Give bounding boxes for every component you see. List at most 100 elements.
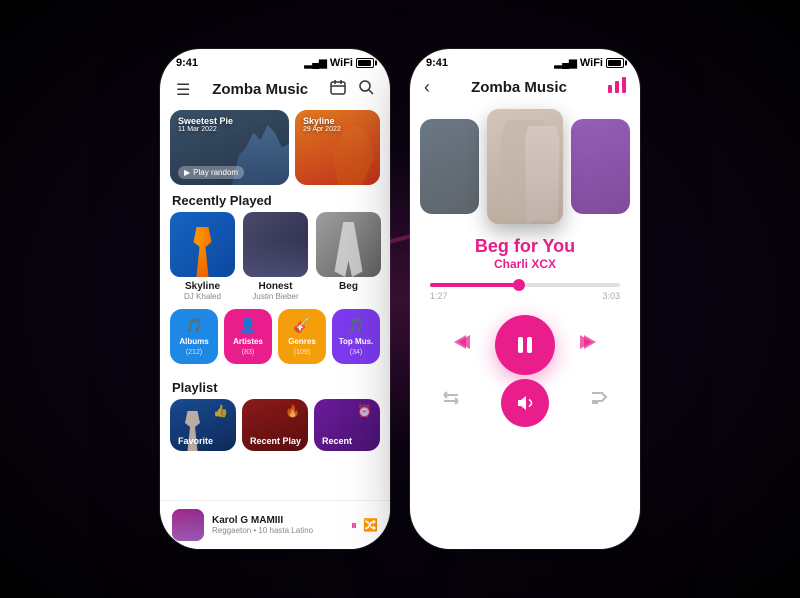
albums-count: (212) [186, 349, 202, 356]
playlist-header: Playlist [160, 372, 390, 399]
genres-count: (109) [294, 349, 310, 356]
pl-recent2-label: Recent [322, 436, 352, 446]
left-phone: 9:41 ▂▄▆ WiFi ☰ Zomba Music [160, 49, 390, 549]
volume-button[interactable] [501, 379, 549, 427]
phones-container: 9:41 ▂▄▆ WiFi ☰ Zomba Music [160, 49, 640, 549]
playlist-recent2[interactable]: Recent ⏰ [314, 399, 380, 451]
signal-icon: ▂▄▆ [304, 58, 326, 69]
right-phone: 9:41 ▂▄▆ WiFi ‹ Zomba Music [410, 49, 640, 549]
menu-button[interactable]: ☰ [174, 78, 192, 102]
app-header-left: ☰ Zomba Music [160, 73, 390, 110]
top-icon: 🎵 [347, 317, 364, 334]
status-time-right: 9:41 [426, 57, 448, 69]
extra-controls [410, 383, 640, 426]
pause-button[interactable] [495, 315, 555, 375]
player-controls [410, 307, 640, 383]
genres-label: Genres [288, 337, 316, 346]
song-artist: Charli XCX [410, 257, 640, 271]
status-icons-right: ▂▄▆ WiFi [554, 57, 624, 69]
track-artist-skyline: DJ Khaled [170, 292, 235, 301]
np-artist: Reggaeton • 10 hasta Latino [212, 526, 343, 535]
banner-title-right: Skyline 29 Apr 2022 [303, 116, 341, 133]
np-thumbnail [172, 509, 204, 541]
status-bar-left: 9:41 ▂▄▆ WiFi [160, 49, 390, 73]
app-title-left: Zomba Music [212, 81, 308, 98]
song-info: Beg for You Charli XCX [410, 226, 640, 277]
track-artist-honest: Justin Bieber [243, 292, 308, 301]
banner-title-left: Sweetest Pie 11 Mar 2022 [178, 116, 233, 133]
playlist-favorite[interactable]: Favorite 👍 [170, 399, 236, 451]
track-honest[interactable]: Honest Justin Bieber [243, 212, 308, 301]
prev-button[interactable] [451, 330, 475, 360]
category-albums-button[interactable]: 🎵 Albums (212) [170, 309, 218, 364]
albums-label: Albums [179, 337, 208, 346]
pl-recent2-icon: ⏰ [357, 404, 372, 418]
pl-favorite-icon: 👍 [213, 404, 228, 418]
song-title: Beg for You [410, 236, 640, 257]
np-pause-button[interactable]: ⏸ [351, 518, 357, 533]
top-count: (34) [350, 349, 362, 356]
wifi-icon: WiFi [330, 57, 353, 69]
progress-thumb [513, 279, 525, 291]
album-art-left[interactable] [420, 119, 479, 214]
progress-bar[interactable] [430, 283, 620, 287]
album-art-center[interactable] [487, 109, 564, 224]
chart-icon [608, 77, 626, 98]
progress-area: 1:27 3:03 [410, 277, 640, 307]
np-title: Karol G MAMIII [212, 515, 343, 526]
artists-count: (83) [242, 349, 254, 356]
header-icons-left [328, 77, 376, 102]
right-header: ‹ Zomba Music [410, 73, 640, 106]
recently-played-header: Recently Played [160, 185, 390, 212]
signal-icon-right: ▂▄▆ [554, 58, 576, 69]
artists-icon: 👤 [239, 317, 256, 334]
category-top-button[interactable]: 🎵 Top Mus. (34) [332, 309, 380, 364]
now-playing-bar: Karol G MAMIII Reggaeton • 10 hasta Lati… [160, 500, 390, 549]
genres-icon: 🎸 [293, 317, 310, 334]
recently-played-list: Skyline DJ Khaled Honest Justin Bieber B… [160, 212, 390, 301]
categories-grid: 🎵 Albums (212) 👤 Artistes (83) 🎸 Genres … [160, 301, 390, 372]
play-random-button[interactable]: ▶ Play random [178, 166, 244, 179]
track-beg[interactable]: Beg [316, 212, 381, 301]
banner-area: Sweetest Pie 11 Mar 2022 ▶ Play random S… [170, 110, 380, 185]
np-controls: ⏸ 🔀 [351, 518, 378, 533]
top-label: Top Mus. [339, 337, 374, 346]
battery-icon-right [606, 58, 624, 68]
albums-icon: 🎵 [185, 317, 202, 334]
category-genres-button[interactable]: 🎸 Genres (109) [278, 309, 326, 364]
track-name-honest: Honest [243, 281, 308, 292]
back-button[interactable]: ‹ [424, 77, 430, 98]
right-phone-content: 9:41 ▂▄▆ WiFi ‹ Zomba Music [410, 49, 640, 549]
banner-card-skyline[interactable]: Skyline 29 Apr 2022 [295, 110, 380, 185]
playlist-recent-play[interactable]: Recent Play 🔥 [242, 399, 308, 451]
artists-label: Artistes [233, 337, 263, 346]
category-artists-button[interactable]: 👤 Artistes (83) [224, 309, 272, 364]
album-art-right[interactable] [571, 119, 630, 214]
pl-recent-label: Recent Play [250, 436, 301, 446]
np-shuffle-button[interactable]: 🔀 [363, 518, 378, 532]
right-app-title: Zomba Music [471, 79, 567, 96]
playlist-row: Favorite 👍 Recent Play 🔥 Recent ⏰ [160, 399, 390, 451]
pl-recent-icon: 🔥 [285, 404, 300, 418]
status-bar-right: 9:41 ▂▄▆ WiFi [410, 49, 640, 73]
current-time: 1:27 [430, 291, 448, 301]
repeat-button[interactable] [440, 387, 462, 414]
status-icons-left: ▂▄▆ WiFi [304, 57, 374, 69]
status-time-left: 9:41 [176, 57, 198, 69]
np-info: Karol G MAMIII Reggaeton • 10 hasta Lati… [212, 515, 343, 535]
album-carousel [410, 106, 640, 226]
shuffle-button[interactable] [588, 387, 610, 414]
total-time: 3:03 [602, 291, 620, 301]
wifi-icon-right: WiFi [580, 57, 603, 69]
battery-icon [356, 58, 374, 68]
progress-times: 1:27 3:03 [430, 291, 620, 301]
track-skyline[interactable]: Skyline DJ Khaled [170, 212, 235, 301]
banner-card-sweetest-pie[interactable]: Sweetest Pie 11 Mar 2022 ▶ Play random [170, 110, 289, 185]
track-name-skyline: Skyline [170, 281, 235, 292]
track-name-beg: Beg [316, 281, 381, 292]
calendar-button[interactable] [328, 77, 348, 102]
pl-favorite-label: Favorite [178, 436, 213, 446]
search-button[interactable] [356, 77, 376, 102]
next-button[interactable] [575, 330, 599, 360]
progress-fill [430, 283, 519, 287]
